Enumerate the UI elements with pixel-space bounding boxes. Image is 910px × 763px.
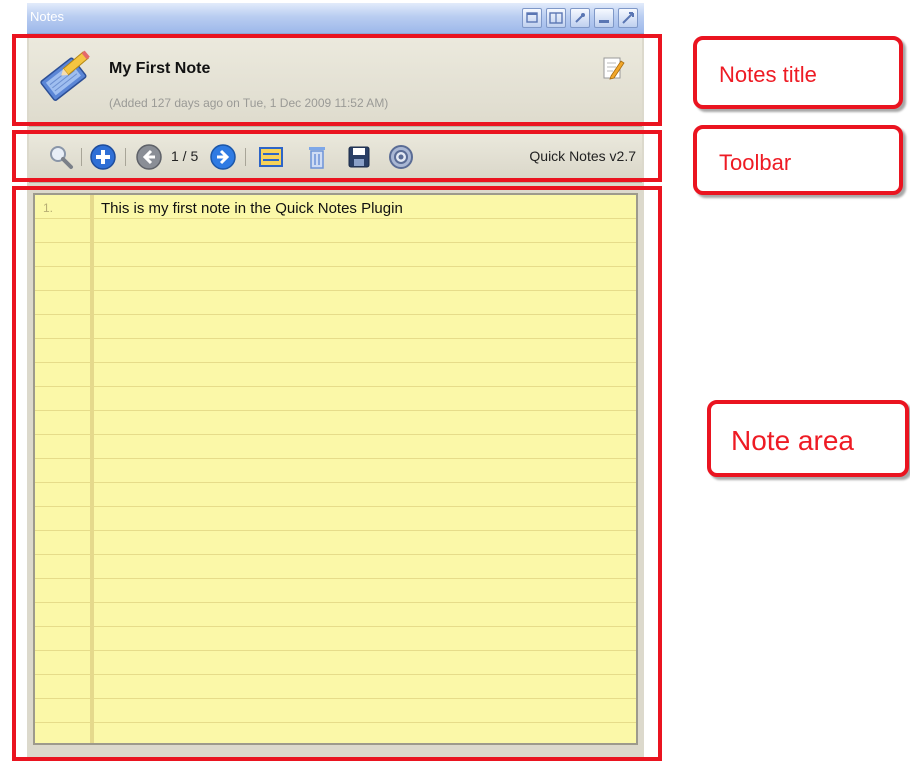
callout-label: Note area	[731, 425, 854, 456]
window-close-button[interactable]	[618, 8, 638, 28]
window-layout-button[interactable]	[546, 8, 566, 28]
window-minimize-button[interactable]	[594, 8, 614, 28]
window-title: Notes	[30, 9, 64, 24]
close-pin-icon	[622, 12, 634, 24]
callout-notes-title: Notes title	[693, 36, 903, 109]
window-restore-button[interactable]	[522, 8, 542, 28]
highlight-note-area	[12, 186, 662, 761]
callout-toolbar: Toolbar	[693, 125, 903, 195]
minimize-icon	[599, 20, 609, 23]
callout-note-area: Note area	[707, 400, 909, 477]
pin-icon	[575, 13, 585, 23]
layout-icon	[549, 12, 563, 24]
callout-label: Notes title	[719, 62, 817, 87]
highlight-toolbar	[12, 130, 662, 182]
highlight-notes-title	[12, 34, 662, 126]
window-pin-button[interactable]	[570, 8, 590, 28]
restore-icon	[526, 12, 538, 23]
window-titlebar[interactable]: Notes	[27, 3, 644, 34]
callout-label: Toolbar	[719, 150, 792, 175]
